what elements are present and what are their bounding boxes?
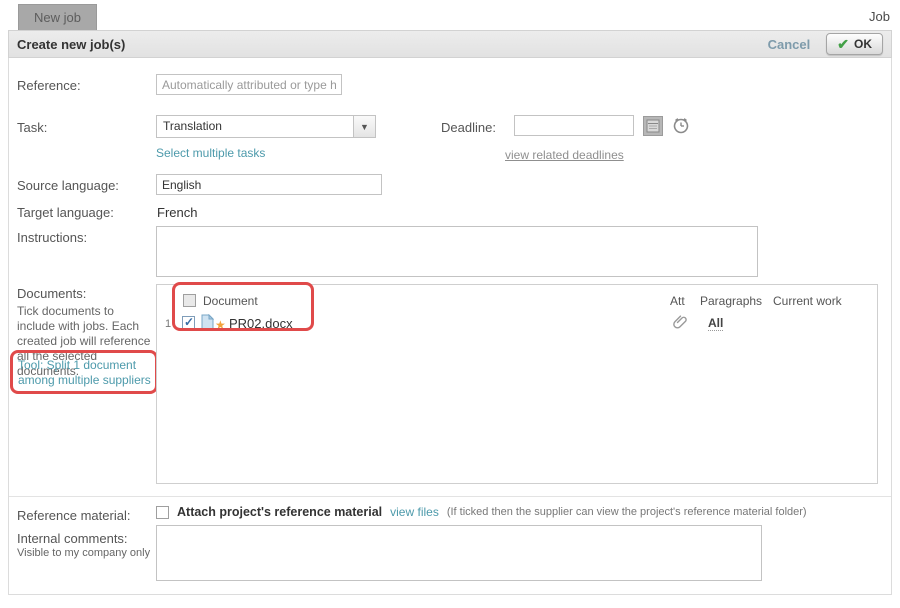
header-actions: Cancel ✔ OK [768, 33, 883, 55]
breadcrumb: Job [869, 9, 890, 24]
task-select-value: Translation [157, 116, 353, 137]
deadline-input[interactable] [514, 115, 634, 136]
source-language-label: Source language: [17, 178, 119, 193]
task-label: Task: [17, 120, 47, 135]
calendar-icon[interactable] [643, 116, 663, 136]
target-language-value: French [157, 205, 197, 220]
column-header-att: Att [670, 294, 685, 308]
column-header-document: Document [203, 294, 258, 308]
view-files-link[interactable]: view files [390, 505, 439, 519]
task-select[interactable]: Translation ▼ [156, 115, 376, 138]
table-row-number: 1 [165, 318, 171, 330]
cancel-button[interactable]: Cancel [768, 37, 811, 52]
document-name[interactable]: PR02.docx [229, 316, 293, 331]
internal-comments-sublabel: Visible to my company only [17, 547, 150, 559]
instructions-textarea[interactable] [156, 226, 758, 277]
internal-comments-label: Internal comments: [17, 531, 128, 546]
source-language-input[interactable] [156, 174, 382, 195]
target-language-label: Target language: [17, 205, 114, 220]
select-all-documents-checkbox[interactable] [183, 294, 196, 307]
tab-new-job[interactable]: New job [18, 4, 97, 30]
reference-label: Reference: [17, 78, 81, 93]
internal-comments-textarea[interactable] [156, 525, 762, 581]
view-related-deadlines-link[interactable]: view related deadlines [505, 148, 624, 162]
instructions-label: Instructions: [17, 230, 87, 245]
document-checkbox[interactable] [182, 316, 195, 329]
reference-input[interactable] [156, 74, 342, 95]
ok-button-label: OK [854, 37, 872, 51]
attach-reference-material-checkbox[interactable] [156, 506, 169, 519]
section-divider [9, 496, 891, 497]
clock-icon[interactable] [670, 114, 692, 136]
documents-label: Documents: [17, 286, 86, 301]
deadline-label: Deadline: [441, 120, 496, 135]
form-body: Reference: Task: Translation ▼ Select mu… [8, 58, 892, 595]
reference-material-note: (If ticked then the supplier can view th… [447, 506, 807, 518]
paragraphs-value[interactable]: All [708, 316, 723, 331]
attach-reference-material-label: Attach project's reference material [177, 505, 382, 519]
reference-material-label: Reference material: [17, 508, 130, 523]
column-header-paragraphs: Paragraphs [700, 294, 762, 308]
star-icon: ★ [215, 318, 226, 332]
document-icon [201, 314, 214, 330]
create-job-page: New job Job Create new job(s) Cancel ✔ O… [0, 0, 900, 608]
split-document-tool-link[interactable]: Tool: Split 1 document among multiple su… [18, 358, 154, 388]
select-multiple-tasks-link[interactable]: Select multiple tasks [156, 146, 265, 160]
check-icon: ✔ [837, 36, 849, 53]
documents-table: Document Att Paragraphs Current work 1 ★… [156, 284, 878, 484]
chevron-down-icon[interactable]: ▼ [353, 116, 375, 137]
form-header: Create new job(s) Cancel ✔ OK [8, 30, 892, 58]
ok-button[interactable]: ✔ OK [826, 33, 883, 55]
page-title: Create new job(s) [17, 37, 125, 52]
column-header-current-work: Current work [773, 294, 842, 308]
reference-material-row: Attach project's reference material view… [156, 505, 807, 519]
attachment-icon[interactable] [673, 314, 689, 330]
